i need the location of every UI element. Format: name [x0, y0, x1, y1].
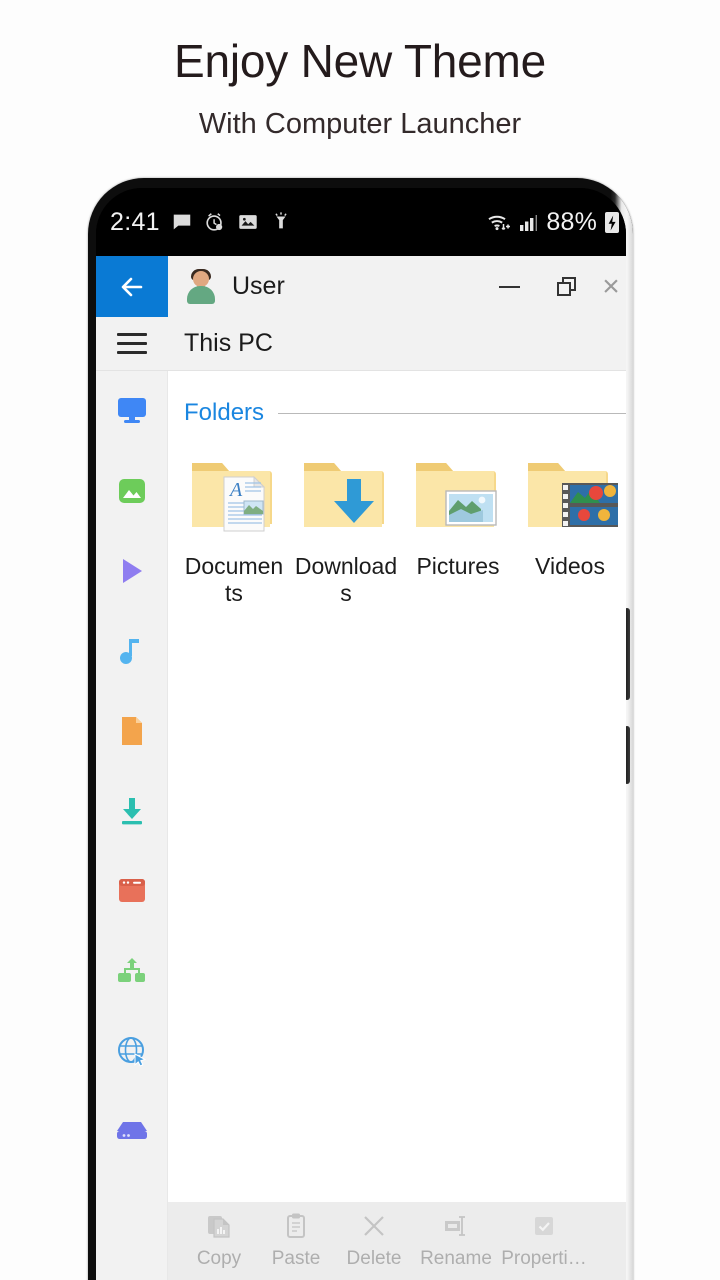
sidebar-item-documents[interactable] — [112, 713, 152, 749]
folder-pictures-icon — [406, 449, 510, 541]
sidebar-item-videos[interactable] — [112, 553, 152, 589]
promo-title: Enjoy New Theme — [174, 35, 546, 87]
checkbox-icon — [529, 1211, 559, 1241]
sidebar-item-this-pc[interactable] — [112, 393, 152, 429]
rename-icon — [441, 1211, 471, 1241]
hard-drive-icon — [116, 1122, 147, 1139]
copy-icon — [204, 1211, 234, 1241]
document-icon — [121, 717, 142, 745]
user-label: User — [232, 272, 285, 300]
image-icon — [118, 479, 145, 503]
toolbar-button-copy[interactable]: Copy — [180, 1211, 258, 1270]
toolbar-button-paste[interactable]: Paste — [258, 1211, 334, 1270]
folder-label: Downloads — [294, 553, 398, 606]
sidebar-item-applications[interactable] — [112, 873, 152, 909]
flashlight-icon — [270, 211, 292, 233]
window-controls: × — [480, 256, 626, 317]
folders-section-header: Folders — [168, 371, 626, 427]
svg-text:A: A — [228, 479, 243, 501]
image-icon — [237, 211, 259, 233]
minimize-button[interactable] — [480, 256, 538, 317]
sidebar-item-music[interactable] — [112, 633, 152, 669]
toolbar-label: Paste — [271, 1248, 321, 1269]
folder-label: Videos — [535, 553, 605, 579]
page-root: Enjoy New Theme With Computer Launcher 2… — [0, 0, 720, 1280]
toolbar-button-cut[interactable]: Cut — [168, 1211, 180, 1270]
network-icon — [117, 958, 145, 982]
sidebar-item-pictures[interactable] — [112, 473, 152, 509]
play-icon — [122, 559, 142, 583]
toolbar-label: Rename — [420, 1248, 492, 1269]
close-icon: × — [602, 269, 620, 303]
toolbar-button-delete[interactable]: Delete — [334, 1211, 414, 1270]
message-icon — [171, 211, 193, 233]
folder-item-pictures[interactable]: Pictures — [402, 449, 514, 607]
sidebar-item-drive[interactable] — [112, 1113, 152, 1149]
folder-label: Documents — [184, 553, 284, 606]
close-x-icon — [359, 1211, 389, 1241]
status-time: 2:41 — [110, 207, 160, 236]
folder-videos-icon — [518, 449, 622, 541]
wifi-icon — [486, 211, 512, 233]
avatar-body — [187, 285, 215, 304]
sidebar-item-internet[interactable] — [112, 1033, 152, 1069]
toolbar-button-rename[interactable]: Rename — [414, 1211, 498, 1270]
folder-item-documents[interactable]: A Documents — [178, 449, 290, 607]
status-bar-left: 2:41 — [96, 208, 292, 237]
minimize-icon — [498, 285, 520, 288]
monitor-icon — [117, 398, 146, 423]
status-bar-right: 88% — [486, 208, 626, 237]
battery-percent: 88% — [546, 207, 597, 236]
folder-grid: A Documents Downloads Pictures Videos — [168, 427, 626, 607]
window-body: Folders A Documents Downloads Pictures V… — [96, 371, 626, 1280]
sidebar-item-network[interactable] — [112, 953, 152, 989]
globe-cursor-icon — [117, 1037, 146, 1067]
hamburger-menu-icon[interactable] — [96, 333, 168, 354]
folder-label: Pictures — [416, 553, 500, 579]
status-bar: 2:41 88% — [96, 188, 626, 256]
sidebar-item-downloads[interactable] — [112, 793, 152, 829]
toolbar-label: Properti… — [501, 1248, 587, 1269]
folder-documents-icon: A — [182, 449, 286, 541]
toolbar-button-properties[interactable]: Properti… — [498, 1211, 590, 1270]
toolbar-label: Copy — [196, 1248, 242, 1269]
download-icon — [121, 798, 142, 825]
avatar[interactable] — [184, 268, 218, 304]
path-label: This PC — [184, 329, 273, 357]
signal-icon — [519, 212, 539, 232]
back-button[interactable] — [96, 256, 168, 317]
sidebar — [96, 371, 168, 1280]
restore-button[interactable] — [538, 256, 596, 317]
toolbar-label: Delete — [346, 1248, 402, 1269]
folder-item-downloads[interactable]: Downloads — [290, 449, 402, 607]
window-title-bar: User × — [96, 256, 626, 317]
music-note-icon — [119, 639, 139, 664]
restore-icon — [557, 276, 577, 297]
phone-frame: 2:41 88% User × This PC Folders A Docume… — [88, 178, 633, 1280]
section-divider — [278, 412, 626, 414]
window-icon — [118, 879, 145, 902]
phone-screen: 2:41 88% User × This PC Folders A Docume… — [96, 188, 626, 1280]
alarm-clock-icon — [204, 211, 226, 233]
folder-downloads-icon — [294, 449, 398, 541]
battery-charging-icon — [604, 210, 620, 234]
folder-item-videos[interactable]: Videos — [514, 449, 626, 607]
bottom-toolbar: Cut — [168, 1202, 626, 1280]
file-manager-window: User × This PC Folders A Documents Downl… — [96, 256, 626, 1280]
promo-subtitle: With Computer Launcher — [198, 108, 522, 140]
path-bar: This PC — [96, 317, 626, 371]
section-title: Folders — [184, 399, 265, 426]
content-area: Folders A Documents Downloads Pictures V… — [168, 371, 626, 1280]
back-arrow-icon — [121, 277, 143, 296]
close-button[interactable]: × — [596, 256, 626, 317]
clipboard-icon — [281, 1211, 311, 1241]
